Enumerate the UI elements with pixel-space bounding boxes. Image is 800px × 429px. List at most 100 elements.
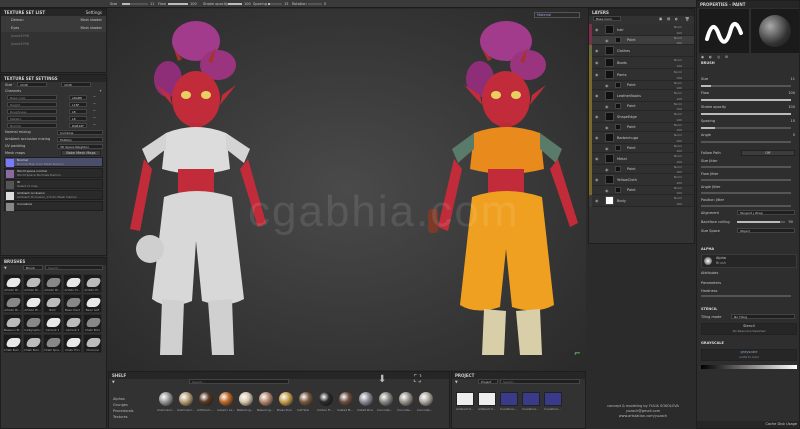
brush-item[interactable]: Artistic Br... [3, 274, 22, 293]
remove-channel-icon[interactable]: − [93, 115, 96, 121]
toolbar-angle-value[interactable]: 0 [324, 0, 326, 8]
eye-icon[interactable]: ◉ [595, 24, 600, 36]
mesh-map-slot[interactable]: World space normal World Space Normals De… [4, 168, 103, 178]
toolbar-flow-value[interactable]: 100 [190, 0, 197, 8]
brush-property-value[interactable]: 100 [788, 103, 795, 111]
layer-row[interactable]: ◉ Paint Norm 100 [589, 81, 694, 90]
alpha-resource[interactable]: Alpha Brush [701, 254, 797, 268]
layer-row[interactable]: ◉ Paint Norm 100 [589, 123, 694, 132]
brush-item[interactable]: Chalk Bum... [23, 334, 42, 353]
eye-icon[interactable]: ◉ [605, 144, 610, 153]
add-fill-icon[interactable]: ▤ [667, 16, 670, 22]
channel-select[interactable]: Base Color [593, 16, 621, 21]
brush-item[interactable]: Artistic Pr... [63, 274, 82, 293]
brush-item[interactable]: Artistic Br... [23, 274, 42, 293]
material-tab-icon[interactable]: ◎ [717, 54, 720, 60]
eye-icon[interactable]: ◉ [605, 186, 610, 195]
toolbar-size-slider[interactable] [122, 3, 148, 5]
fullscreen-icon[interactable]: ⛶ [414, 374, 421, 385]
brush-item[interactable]: Artistic Br... [23, 294, 42, 313]
material-sphere[interactable] [179, 392, 193, 406]
parameters-row[interactable]: Parameters [701, 279, 795, 287]
material-sphere[interactable] [359, 392, 373, 406]
material-sphere[interactable] [239, 392, 253, 406]
follow-path-toggle[interactable]: Off [741, 150, 795, 156]
layer-row[interactable]: ◉ Paint Norm 100 [589, 102, 694, 111]
texture-set-settings-button[interactable]: Settings [86, 9, 102, 16]
jitter-slider[interactable] [701, 205, 791, 207]
toolbar-angle-slider[interactable] [308, 3, 322, 5]
mesh-map-slot[interactable]: ID Select id map [4, 179, 103, 189]
brush-item[interactable]: Chalk Bold [83, 314, 102, 333]
shelf-search-input[interactable]: Search... [189, 379, 289, 384]
delete-layer-icon[interactable]: 🗑 [685, 16, 689, 22]
brush-item[interactable]: Basic Soft [83, 294, 102, 313]
brush-item[interactable]: Chalk Thin [63, 334, 82, 353]
project-filter-chip[interactable]: Project [478, 379, 498, 384]
eye-icon[interactable]: ◉ [595, 195, 600, 207]
brush-property-value[interactable]: 15 [791, 117, 795, 125]
tss-option-select[interactable]: Multiply [57, 137, 103, 142]
channel-name[interactable]: Roughness [7, 109, 57, 114]
brush-property-slider[interactable] [701, 113, 791, 115]
layer-row[interactable]: ◉ ShapeEdge Norm 100 [589, 111, 694, 123]
layer-row[interactable]: ◉ Paint Norm 100 [589, 165, 694, 174]
filter-icon[interactable]: ▼ [4, 265, 7, 271]
shelf-category[interactable]: Textures [113, 414, 153, 420]
mesh-map-slot[interactable]: Curvature [4, 201, 103, 211]
stencil-button[interactable]: Stencil No Resource Selected [701, 323, 797, 335]
project-thumb[interactable] [456, 392, 474, 406]
texture-set-shader[interactable]: Main shader [81, 16, 102, 24]
remove-channel-icon[interactable]: − [93, 94, 96, 100]
channel-name[interactable]: Normal [7, 123, 57, 128]
layer-row[interactable]: ◉ Pants Norm 100 [589, 69, 694, 81]
project-thumb[interactable] [522, 392, 540, 406]
mesh-map-slot[interactable]: Normal Normal Map from Mesh Demon [4, 157, 103, 167]
toolbar-stroke-opacity-value[interactable]: 100 [244, 0, 251, 8]
brush-item[interactable]: Chalk Spre... [43, 334, 62, 353]
brush-item[interactable]: Chalk Bum... [3, 334, 22, 353]
eye-icon[interactable]: ◉ [595, 57, 600, 69]
toolbar-flow-slider[interactable] [168, 3, 188, 5]
eye-icon[interactable]: ◉ [595, 90, 600, 102]
hardness-slider[interactable] [701, 295, 791, 297]
brush-property-value[interactable]: 11 [791, 75, 795, 83]
layer-opacity[interactable]: 100 [676, 201, 682, 207]
eye-icon[interactable]: ◉ [605, 102, 610, 111]
material-sphere[interactable] [199, 392, 213, 406]
project-search-input[interactable]: Search... [500, 379, 580, 384]
brush-item[interactable]: Charcoal [83, 334, 102, 353]
size-select-2[interactable]: 2048 [61, 82, 91, 87]
texture-set-item[interactable]: Jewel4998 [1, 32, 106, 40]
add-mask-icon[interactable]: ◐ [675, 16, 678, 22]
brush-property-value[interactable]: 100 [788, 89, 795, 97]
brush-item[interactable]: Cement 1 [43, 314, 62, 333]
tss-option-select[interactable]: 3D Space Neighbor [57, 144, 103, 149]
brush-item[interactable]: Artistic Br... [3, 294, 22, 313]
remove-channel-icon[interactable]: − [93, 108, 96, 114]
channel-format[interactable]: L8 [69, 116, 87, 121]
settings-tab-icon[interactable]: ⚙ [725, 54, 728, 60]
layer-row[interactable]: ◉ Paint Norm 100 [589, 186, 694, 195]
add-layer-icon[interactable]: ▣ [659, 16, 662, 22]
brush-item[interactable]: Calligraphic [23, 314, 42, 333]
remove-channel-icon[interactable]: − [93, 101, 96, 107]
grayscale-button[interactable]: grayscale uniform color [701, 349, 797, 361]
layer-row[interactable]: ◉ hair Norm 100 [589, 24, 694, 36]
material-sphere[interactable] [399, 392, 413, 406]
backface-value[interactable]: 90 [789, 218, 793, 226]
toolbar-size-value[interactable]: 11 [150, 0, 154, 8]
brush-property-value[interactable]: 0 [793, 131, 795, 139]
channel-name[interactable]: Height [7, 102, 57, 107]
eye-icon[interactable]: ◉ [595, 69, 600, 81]
jitter-slider[interactable] [701, 166, 791, 168]
eye-icon[interactable]: ◉ [605, 165, 610, 174]
tss-option-select[interactable]: Combine [57, 130, 103, 135]
attributes-row[interactable]: Attributes [701, 269, 795, 277]
toolbar-spacing-slider[interactable] [268, 3, 282, 5]
toolbar-stroke-opacity-slider[interactable] [228, 3, 242, 5]
backface-slider[interactable] [737, 221, 785, 223]
remove-channel-icon[interactable]: − [93, 122, 96, 128]
brush-filter-chip[interactable]: Brush [23, 265, 43, 270]
material-sphere[interactable] [259, 392, 273, 406]
